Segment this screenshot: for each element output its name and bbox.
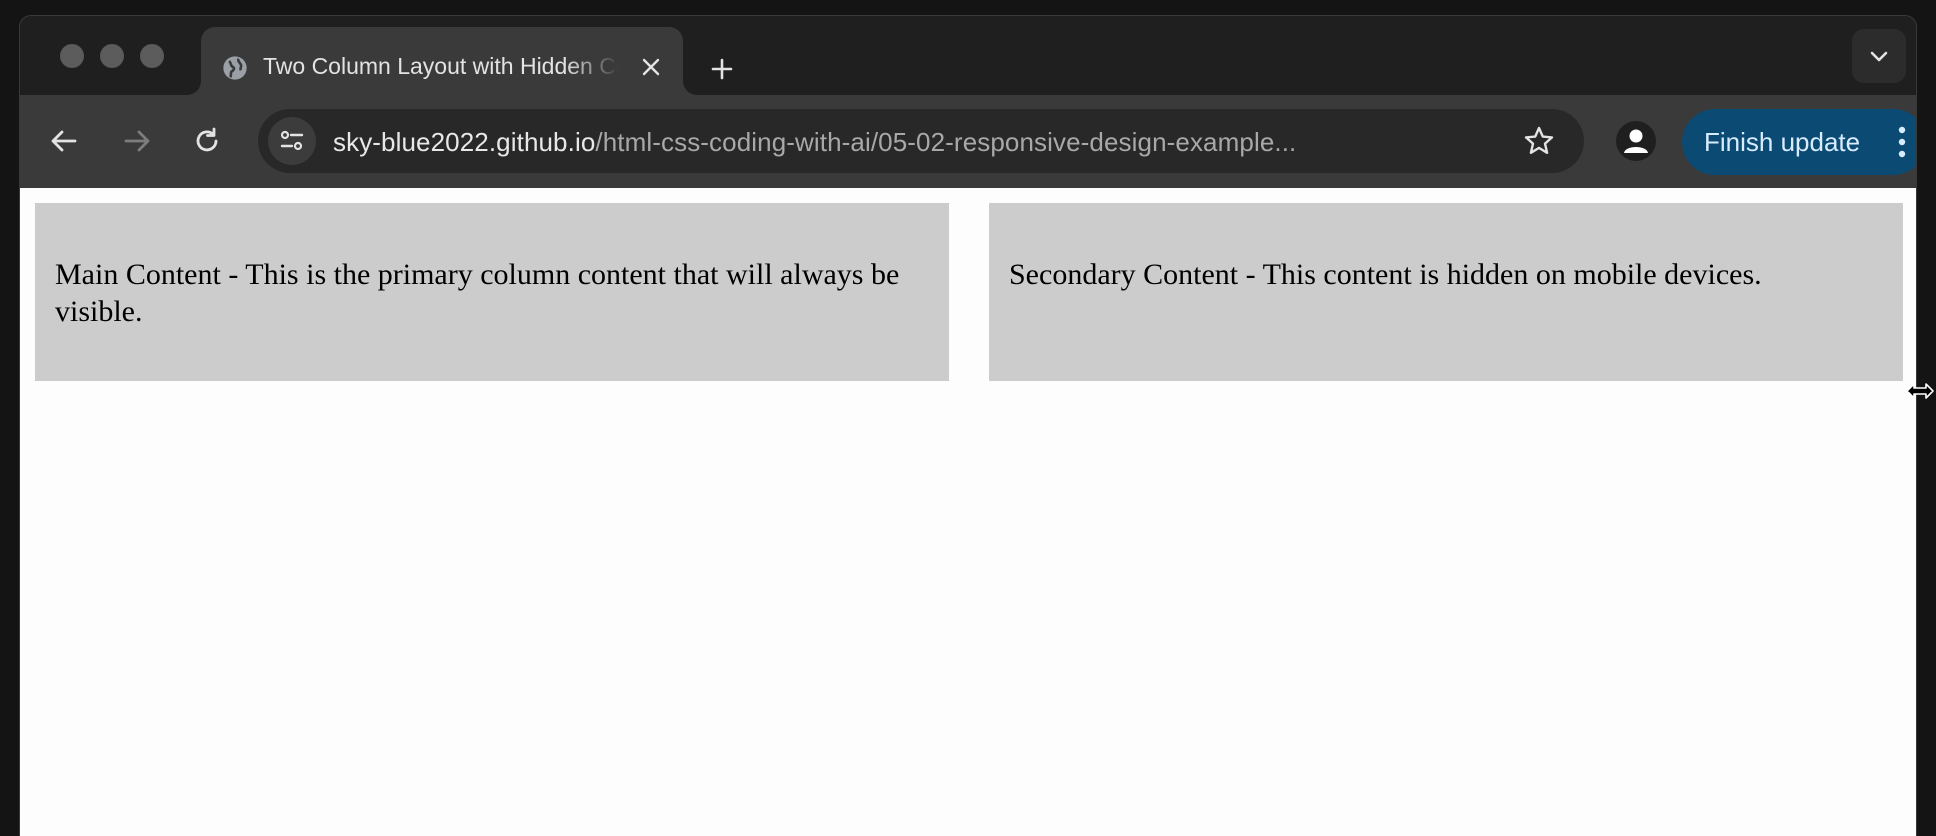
arrow-left-icon xyxy=(51,130,77,152)
url-host: sky-blue2022.github.io xyxy=(333,127,596,157)
tab-search-button[interactable] xyxy=(1852,29,1906,83)
bookmark-star-icon[interactable] xyxy=(1522,124,1556,158)
tab-close-icon[interactable] xyxy=(637,53,665,81)
new-tab-button[interactable] xyxy=(706,53,738,85)
tab-strip: Two Column Layout with Hidden Content xyxy=(20,16,1916,95)
more-vert-icon xyxy=(1898,126,1906,158)
tune-icon xyxy=(280,130,304,151)
address-bar[interactable]: sky-blue2022.github.io/html-css-coding-w… xyxy=(258,109,1584,173)
arrow-right-icon xyxy=(124,130,150,152)
close-window-button[interactable] xyxy=(60,44,84,68)
browser-window: Two Column Layout with Hidden Content xyxy=(19,15,1917,836)
url-text[interactable]: sky-blue2022.github.io/html-css-coding-w… xyxy=(333,127,1296,158)
reload-button[interactable] xyxy=(186,120,228,162)
tab-active[interactable]: Two Column Layout with Hidden Content xyxy=(201,27,683,95)
minimize-window-button[interactable] xyxy=(100,44,124,68)
url-path: /html-css-coding-with-ai/05-02-responsiv… xyxy=(595,127,1297,157)
reload-icon xyxy=(196,127,218,152)
finish-update-button[interactable]: Finish update xyxy=(1682,109,1916,175)
toolbar: sky-blue2022.github.io/html-css-coding-w… xyxy=(20,95,1916,188)
profile-avatar-icon[interactable] xyxy=(1616,121,1656,161)
tab-title: Two Column Layout with Hidden Content xyxy=(263,53,619,79)
chevron-down-icon xyxy=(1870,51,1888,62)
plus-icon xyxy=(711,58,733,80)
site-info-button[interactable] xyxy=(268,117,316,165)
zoom-window-button[interactable] xyxy=(140,44,164,68)
page-viewport: Main Content - This is the primary colum… xyxy=(20,188,1916,836)
resize-cursor-icon xyxy=(1906,383,1934,399)
secondary-content-text: Secondary Content - This content is hidd… xyxy=(1009,258,1762,291)
finish-update-label: Finish update xyxy=(1704,126,1861,157)
main-column: Main Content - This is the primary colum… xyxy=(35,203,949,381)
back-button[interactable] xyxy=(43,120,85,162)
forward-button[interactable] xyxy=(116,120,158,162)
main-content-text: Main Content - This is the primary colum… xyxy=(55,258,900,328)
secondary-column: Secondary Content - This content is hidd… xyxy=(989,203,1903,381)
globe-icon xyxy=(221,54,249,82)
